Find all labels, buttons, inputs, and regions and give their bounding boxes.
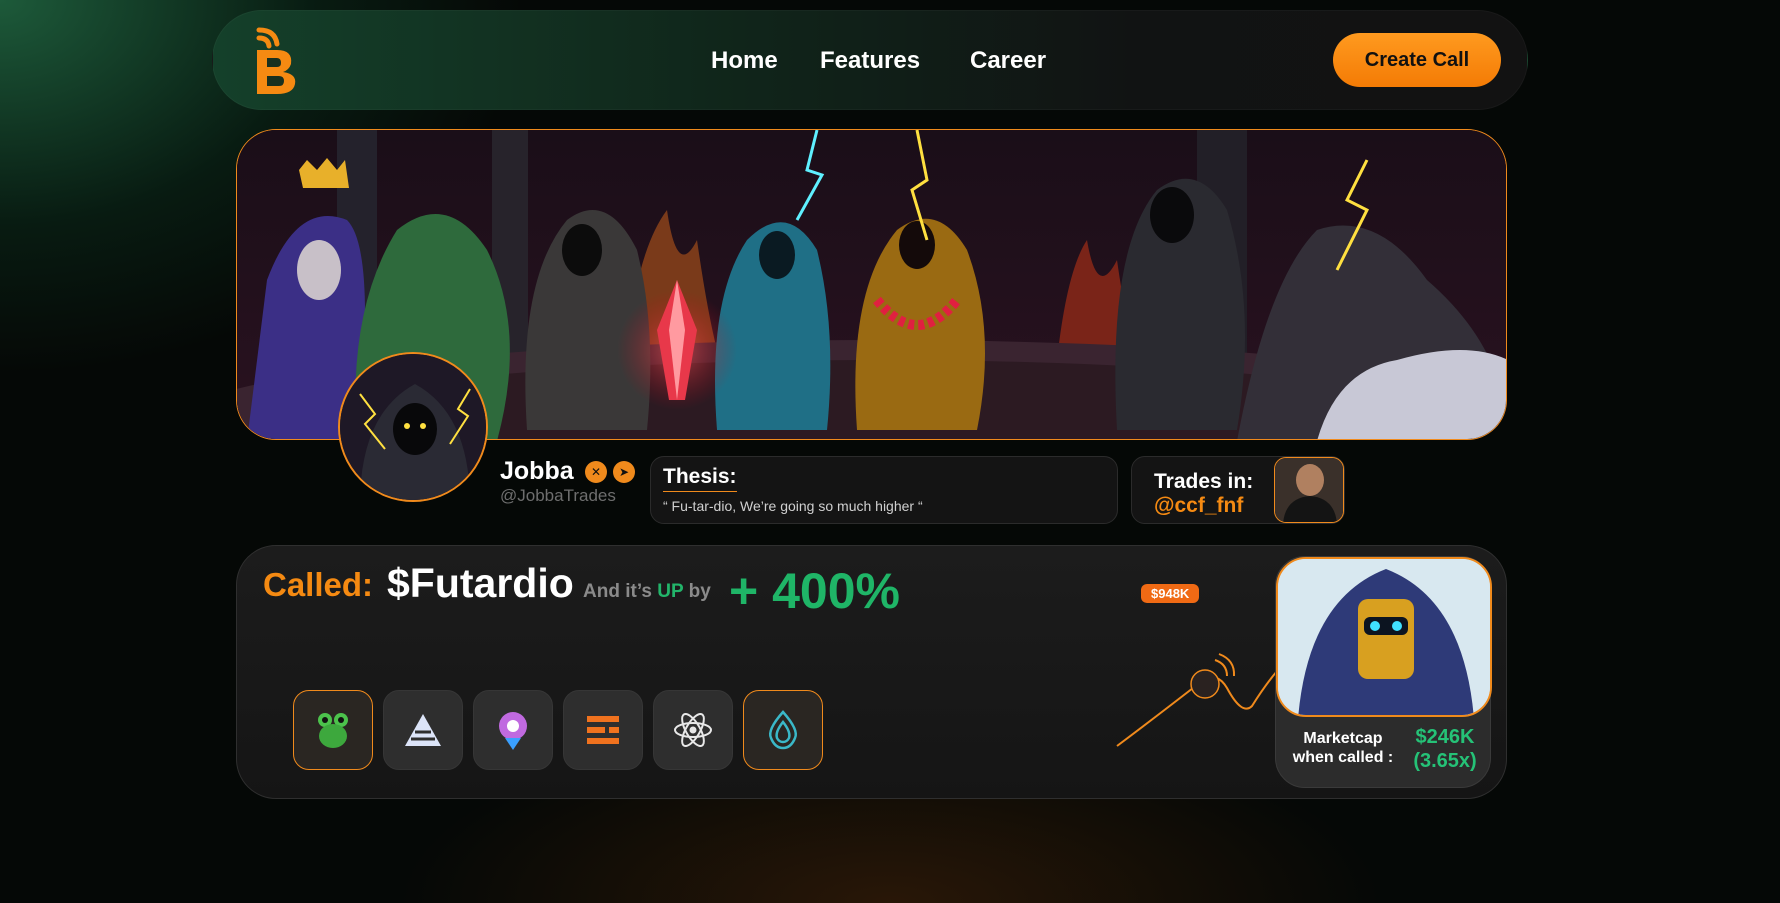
marketcap-multiple: (3.65x) [1413, 750, 1477, 772]
token-art [1278, 559, 1490, 715]
thesis-label: Thesis: [663, 465, 737, 492]
broadcast-icon [1214, 653, 1236, 677]
token-image[interactable] [1276, 557, 1492, 717]
up-suffix: by [688, 581, 711, 602]
marketcap-panel: Marketcap when called : $246K (3.65x) [1275, 556, 1492, 788]
call-card: Called: $Futardio And it’s UP by + 400% [236, 545, 1507, 799]
up-prefix: And it’s [583, 581, 652, 602]
x-icon[interactable]: ✕ [585, 461, 607, 483]
trades-label: Trades in: [1154, 470, 1254, 493]
thesis-box: Thesis: “ Fu-tar-dio, We’re going so muc… [650, 456, 1118, 524]
nav-features-link[interactable]: Features [820, 47, 920, 75]
profile-name: Jobba [500, 457, 574, 485]
up-word: UP [657, 581, 684, 602]
profile-avatar[interactable] [338, 352, 488, 502]
frog-icon[interactable] [293, 690, 373, 770]
create-call-button[interactable]: Create Call [1333, 33, 1501, 87]
nav-home-link[interactable]: Home [711, 47, 778, 75]
marketcap-value: $246K (3.65x) [1400, 725, 1490, 773]
trader-avatar-art [1275, 458, 1343, 522]
call-marker [1190, 669, 1220, 699]
marketcap-label-line1: Marketcap [1303, 730, 1383, 747]
avatar-art [340, 354, 486, 500]
nav-career-link[interactable]: Career [970, 47, 1046, 75]
drop-icon[interactable] [743, 690, 823, 770]
marketcap-label: Marketcap when called : [1286, 729, 1400, 767]
trader-avatar[interactable] [1274, 457, 1344, 523]
called-label: Called: [263, 566, 374, 603]
peak-marketcap-badge: $948K [1141, 584, 1200, 603]
telegram-icon[interactable]: ➤ [613, 461, 635, 483]
bars-icon[interactable] [563, 690, 643, 770]
trades-handle[interactable]: @ccf_fnf [1154, 494, 1243, 518]
up-by-text: And it’s UP by [583, 581, 711, 603]
pyramid-icon[interactable] [383, 690, 463, 770]
marketcap-label-line2: when called : [1292, 749, 1394, 766]
thesis-text: “ Fu-tar-dio, We’re going so much higher… [663, 498, 923, 514]
marketcap-amount: $246K [1415, 726, 1475, 748]
trades-in-box[interactable]: Trades in: @ccf_fnf [1131, 456, 1345, 524]
profile-handle: @JobbaTrades [500, 486, 616, 505]
atom-icon[interactable] [653, 690, 733, 770]
top-nav: Home Features Career Create Call [212, 10, 1528, 110]
rocket-icon[interactable] [473, 690, 553, 770]
ticker-symbol[interactable]: $Futardio [387, 560, 574, 607]
